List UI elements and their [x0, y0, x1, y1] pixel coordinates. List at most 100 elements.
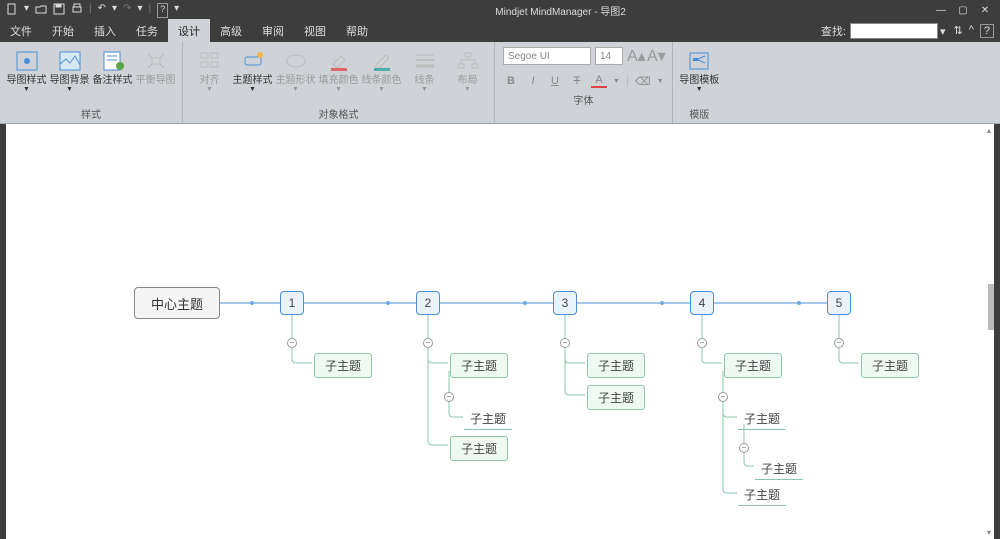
collapse-toggle[interactable]: −	[718, 392, 728, 402]
collapse-toggle[interactable]: −	[697, 338, 707, 348]
menu-design[interactable]: 设计	[168, 19, 210, 43]
collapse-toggle[interactable]: −	[444, 392, 454, 402]
map-style-button[interactable]: 导图样式 ▼	[6, 46, 47, 93]
sub-topic-node[interactable]: 子主题	[587, 353, 645, 378]
collapse-ribbon-icon[interactable]: ^	[969, 24, 974, 38]
sub-topic-node[interactable]: 子主题	[738, 408, 786, 430]
notes-style-button[interactable]: 备注样式	[92, 46, 133, 86]
window-title: Mindjet MindManager - 导图2	[185, 3, 936, 18]
qat-separator: |	[89, 3, 92, 18]
ribbon-group-label: 模版	[673, 106, 726, 123]
topic-shape-icon	[282, 48, 310, 74]
collapse-toggle[interactable]: −	[287, 338, 297, 348]
minimize-button[interactable]: —	[936, 5, 946, 16]
sub-topic-node[interactable]: 子主题	[587, 385, 645, 410]
ribbon-group-label: 字体	[495, 92, 672, 109]
line-button: 线条▼	[404, 46, 445, 93]
layout-icon	[454, 48, 482, 74]
menu-review[interactable]: 审阅	[252, 19, 294, 43]
qat-separator: |	[148, 3, 151, 18]
search-dropdown-icon[interactable]: ▾	[940, 25, 946, 38]
redo-icon[interactable]: ↷	[123, 3, 131, 18]
font-color-button[interactable]: A	[591, 74, 607, 88]
menu-insert[interactable]: 插入	[84, 19, 126, 43]
collapse-toggle[interactable]: −	[560, 338, 570, 348]
balance-map-button: 平衡导图	[135, 46, 176, 86]
close-button[interactable]: ✕	[980, 5, 990, 16]
main-topic-node[interactable]: 3	[553, 291, 577, 315]
ribbon-group-label: 样式	[0, 106, 182, 123]
map-background-button[interactable]: 导图背景 ▼	[49, 46, 90, 93]
topic-shape-button: 主题形状▼	[275, 46, 316, 93]
help-icon[interactable]: ?	[157, 3, 168, 18]
qat-dropdown-icon[interactable]: ▾	[24, 3, 29, 18]
sub-topic-node[interactable]: 子主题	[464, 408, 512, 430]
ribbon-group-template: 导图模板 ▼ 模版	[673, 42, 726, 123]
notes-style-icon	[99, 48, 127, 74]
sub-topic-node[interactable]: 子主题	[450, 353, 508, 378]
undo-dropdown-icon[interactable]: ▾	[112, 3, 117, 18]
open-icon[interactable]	[35, 3, 47, 18]
chevron-down-icon: ▼	[696, 86, 703, 93]
font-size-input[interactable]	[595, 47, 623, 65]
main-topic-node[interactable]: 4	[690, 291, 714, 315]
font-grow-icon[interactable]: A▴	[627, 46, 643, 66]
collapse-toggle[interactable]: −	[739, 443, 749, 453]
topic-style-icon	[239, 48, 267, 74]
search-input[interactable]	[850, 23, 938, 39]
menu-home[interactable]: 开始	[42, 19, 84, 43]
center-topic-node[interactable]: 中心主题	[134, 287, 220, 319]
redo-dropdown-icon[interactable]: ▾	[137, 3, 142, 18]
bold-button[interactable]: B	[503, 75, 519, 87]
align-icon	[196, 48, 224, 74]
collapse-toggle[interactable]: −	[423, 338, 433, 348]
collapse-toggle[interactable]: −	[834, 338, 844, 348]
print-icon[interactable]	[71, 3, 83, 18]
scrollbar-thumb[interactable]	[988, 284, 994, 330]
underline-button[interactable]: U	[547, 75, 563, 87]
fill-color-button: 填充颜色▼	[318, 46, 359, 93]
main-topic-node[interactable]: 1	[280, 291, 304, 315]
menu-help[interactable]: 帮助	[336, 19, 378, 43]
strikethrough-button[interactable]: T	[569, 75, 585, 87]
main-topic-node[interactable]: 2	[416, 291, 440, 315]
clear-format-dropdown-icon[interactable]: ▼	[657, 78, 664, 85]
new-doc-icon[interactable]	[6, 3, 18, 18]
menu-advanced[interactable]: 高级	[210, 19, 252, 43]
menu-task[interactable]: 任务	[126, 19, 168, 43]
sub-topic-node[interactable]: 子主题	[314, 353, 372, 378]
menu-bar: 文件 开始 插入 任务 设计 高级 审阅 视图 帮助 查找: ▾ ⇅ ^ ?	[0, 20, 1000, 42]
chevron-down-icon: ▼	[249, 86, 256, 93]
canvas-area[interactable]: 中心主题 1 2 3 4 5 − − − − − − − − 子主题 子主题 子…	[0, 124, 1000, 539]
italic-button[interactable]: I	[525, 75, 541, 87]
clear-format-button[interactable]: ⌫	[635, 75, 651, 88]
sub-topic-node[interactable]: 子主题	[755, 458, 803, 480]
undo-icon[interactable]: ↶	[98, 3, 106, 18]
maximize-button[interactable]: ▢	[958, 5, 968, 16]
scroll-up-icon[interactable]: ▴	[987, 126, 991, 135]
map-style-icon	[13, 48, 41, 74]
sub-topic-node[interactable]: 子主题	[450, 436, 508, 461]
balance-map-icon	[142, 48, 170, 74]
menu-view[interactable]: 视图	[294, 19, 336, 43]
font-color-dropdown-icon[interactable]: ▼	[613, 78, 620, 85]
topic-style-button[interactable]: 主题样式▼	[232, 46, 273, 93]
help-dropdown-icon[interactable]: ▾	[174, 3, 179, 18]
font-shrink-icon[interactable]: A▾	[647, 46, 663, 66]
chevron-down-icon: ▼	[335, 86, 342, 93]
map-template-icon	[685, 48, 713, 74]
ribbon: 导图样式 ▼ 导图背景 ▼ 备注样式 平衡导图 样式 对齐▼ 主题样式▼ 主题形…	[0, 42, 1000, 124]
menu-file[interactable]: 文件	[0, 19, 42, 43]
sub-topic-node[interactable]: 子主题	[738, 484, 786, 506]
scroll-down-icon[interactable]: ▾	[987, 528, 991, 537]
help-icon[interactable]: ?	[980, 24, 994, 38]
save-icon[interactable]	[53, 3, 65, 18]
chevron-down-icon: ▼	[464, 86, 471, 93]
main-topic-node[interactable]: 5	[827, 291, 851, 315]
font-name-input[interactable]	[503, 47, 591, 65]
link-icon[interactable]: ⇅	[953, 24, 962, 38]
align-button: 对齐▼	[189, 46, 230, 93]
sub-topic-node[interactable]: 子主题	[861, 353, 919, 378]
sub-topic-node[interactable]: 子主题	[724, 353, 782, 378]
map-template-button[interactable]: 导图模板 ▼	[679, 46, 720, 93]
